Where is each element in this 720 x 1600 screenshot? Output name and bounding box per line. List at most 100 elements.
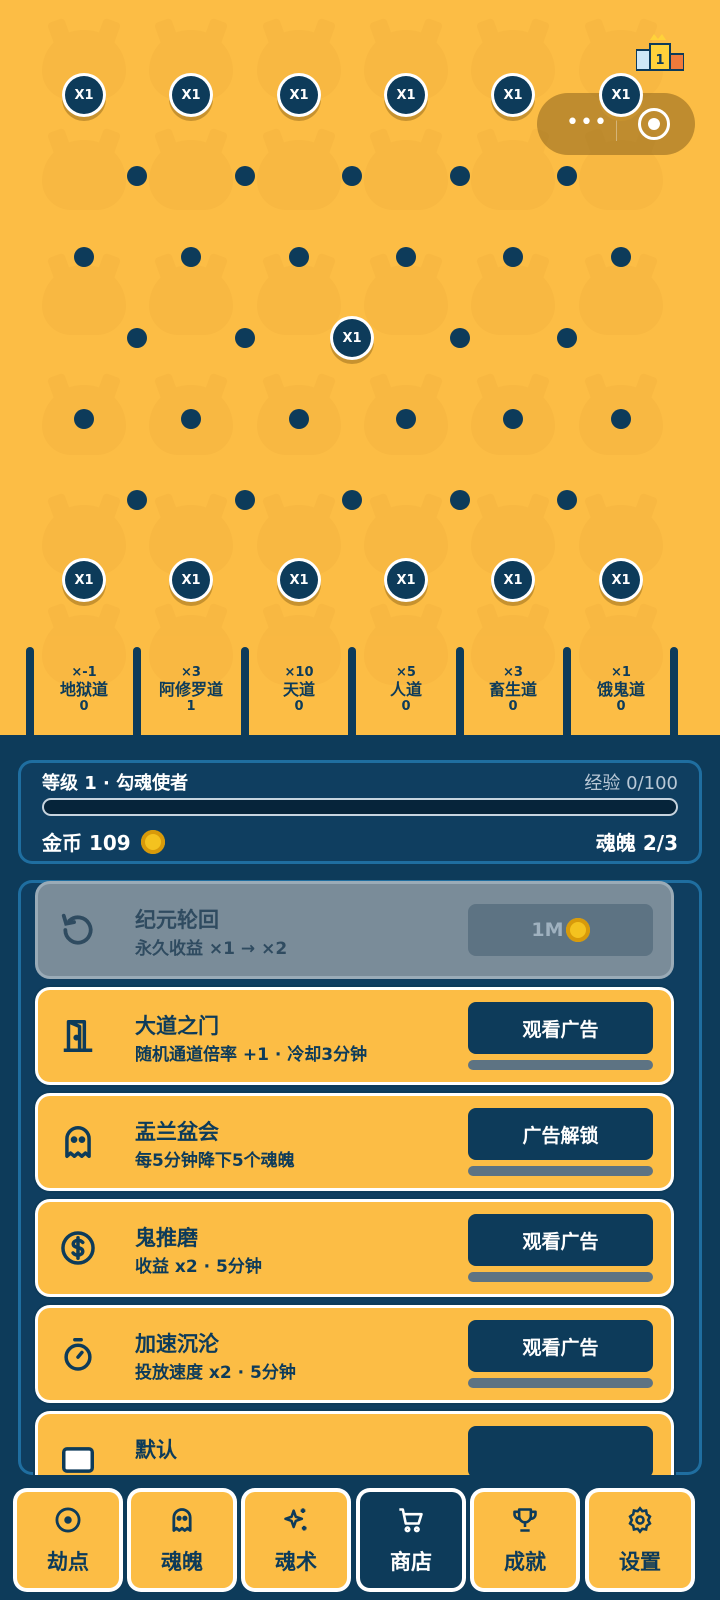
slot-count: 0: [616, 699, 626, 714]
leaderboard-trophy-icon[interactable]: 1: [635, 32, 685, 74]
shop-item-desc: 收益 x2 · 5分钟: [135, 1257, 262, 1277]
slot-divider: [241, 647, 249, 735]
slot-name: 人道: [389, 680, 422, 699]
slot-multiplier: ×5: [396, 665, 416, 680]
slot-multiplier: ×3: [181, 665, 201, 680]
peg: [235, 490, 255, 510]
multiplier-peg: X1: [333, 319, 371, 357]
cooldown-progress-bar: [468, 1378, 653, 1388]
peg: [611, 247, 631, 267]
ghost-silhouette: [579, 265, 663, 335]
reward-slot: ×3 阿修罗道 1: [141, 664, 241, 715]
peg: [503, 409, 523, 429]
shop-item-card: 鬼推磨收益 x2 · 5分钟 观看广告: [38, 1202, 671, 1294]
multiplier-peg: X1: [172, 561, 210, 599]
slot-name: 阿修罗道: [158, 680, 223, 699]
target-icon: [54, 1506, 82, 1534]
level-label: 等级 1 · 勾魂使者: [42, 773, 189, 794]
tab-label: 成就: [504, 1550, 546, 1574]
tab-gear[interactable]: 设置: [589, 1492, 691, 1588]
shop-item-card: 大道之门随机通道倍率 +1 · 冷却3分钟 观看广告: [38, 990, 671, 1082]
peg: [396, 409, 416, 429]
exp-label: 经验 0/100: [584, 773, 678, 794]
shop-item-card: 盂兰盆会每5分钟降下5个魂魄 广告解锁: [38, 1096, 671, 1188]
peg: [503, 247, 523, 267]
slot-divider: [670, 647, 678, 735]
peg: [557, 490, 577, 510]
shop-item-title: 盂兰盆会: [135, 1120, 219, 1144]
multiplier-peg: X1: [602, 76, 640, 114]
peg: [289, 247, 309, 267]
tab-trophy[interactable]: 成就: [474, 1492, 576, 1588]
ghost-silhouette: [471, 140, 555, 210]
card-icon: [58, 1440, 98, 1475]
peg: [557, 166, 577, 186]
shop-item-card: 纪元轮回永久收益 ×1 → ×2 1M: [38, 884, 671, 976]
shop-item-title: 纪元轮回: [135, 908, 219, 932]
ghost-silhouette: [364, 140, 448, 210]
tab-cart[interactable]: 商店: [360, 1492, 462, 1588]
multiplier-peg: X1: [65, 561, 103, 599]
peg: [235, 166, 255, 186]
shop-item-desc: 永久收益 ×1 → ×2: [135, 939, 288, 959]
reward-slot: ×5 人道 0: [356, 664, 456, 715]
ghost-silhouette: [149, 140, 233, 210]
plinko-board[interactable]: 1 ••• X1 X1 X1 X1 X1 X1 X1 X1 X1 X1 X1 X1 X1 ×-1 地狱道 0 ×…: [0, 0, 720, 735]
peg: [289, 409, 309, 429]
watch-ad-button[interactable]: 观看广告: [468, 1214, 653, 1266]
cooldown-progress-bar: [468, 1060, 653, 1070]
ghost-silhouette: [257, 140, 341, 210]
coin-icon: [140, 829, 165, 854]
peg: [74, 247, 94, 267]
slot-name: 地狱道: [59, 680, 108, 699]
tab-sparkle[interactable]: 魂术: [245, 1492, 347, 1588]
peg: [181, 409, 201, 429]
peg: [450, 166, 470, 186]
slot-count: 0: [294, 699, 304, 714]
gold-display: 金币 109: [42, 827, 165, 856]
multiplier-peg: X1: [65, 76, 103, 114]
slot-divider: [26, 647, 34, 735]
slot-divider: [133, 647, 141, 735]
sparkle-icon: [282, 1506, 310, 1534]
tab-ghost[interactable]: 魂魄: [131, 1492, 233, 1588]
shop-item-title: 大道之门: [135, 1014, 219, 1038]
ghost-icon: [58, 1122, 98, 1162]
watch-ad-button[interactable]: 广告解锁: [468, 1108, 653, 1160]
slot-multiplier: ×1: [611, 665, 631, 680]
shop-item-desc: 每5分钟降下5个魂魄: [135, 1151, 295, 1171]
shop-item-desc: 随机通道倍率 +1 · 冷却3分钟: [135, 1045, 368, 1065]
shop-list[interactable]: 纪元轮回 永久收益 ×1 → ×2 1M 大道之门 随机通道倍率 +1 · 冷却3分钟观…: [18, 880, 702, 1475]
ghost-icon: [168, 1506, 196, 1534]
multiplier-peg: X1: [387, 561, 425, 599]
peg: [181, 247, 201, 267]
coin-icon: [565, 918, 590, 942]
purchase-button[interactable]: 1M: [468, 904, 653, 956]
peg: [611, 409, 631, 429]
slot-divider: [563, 647, 571, 735]
tab-label: 商店: [390, 1550, 432, 1574]
gear-icon: [626, 1506, 654, 1534]
tab-target[interactable]: 劫点: [17, 1492, 119, 1588]
shop-item-title: 鬼推磨: [135, 1226, 198, 1250]
slot-multiplier: ×3: [503, 665, 523, 680]
souls-label: 魂魄 2/3: [595, 831, 678, 855]
button-label: 观看广告: [522, 1336, 599, 1359]
shop-item-title: 加速沉沦: [135, 1332, 219, 1356]
peg: [450, 328, 470, 348]
watch-ad-button[interactable]: 观看广告: [468, 1002, 653, 1054]
watch-ad-button[interactable]: [468, 1426, 653, 1475]
peg: [74, 409, 94, 429]
cooldown-progress-bar: [468, 1166, 653, 1176]
peg: [127, 328, 147, 348]
close-target-icon[interactable]: [638, 108, 670, 140]
tab-label: 魂魄: [161, 1550, 203, 1574]
peg: [235, 328, 255, 348]
slot-multiplier: ×-1: [71, 665, 97, 680]
more-button[interactable]: •••: [557, 110, 617, 135]
watch-ad-button[interactable]: 观看广告: [468, 1320, 653, 1372]
peg: [342, 490, 362, 510]
tab-label: 劫点: [47, 1550, 89, 1574]
multiplier-peg: X1: [280, 76, 318, 114]
button-label: 观看广告: [522, 1018, 599, 1041]
